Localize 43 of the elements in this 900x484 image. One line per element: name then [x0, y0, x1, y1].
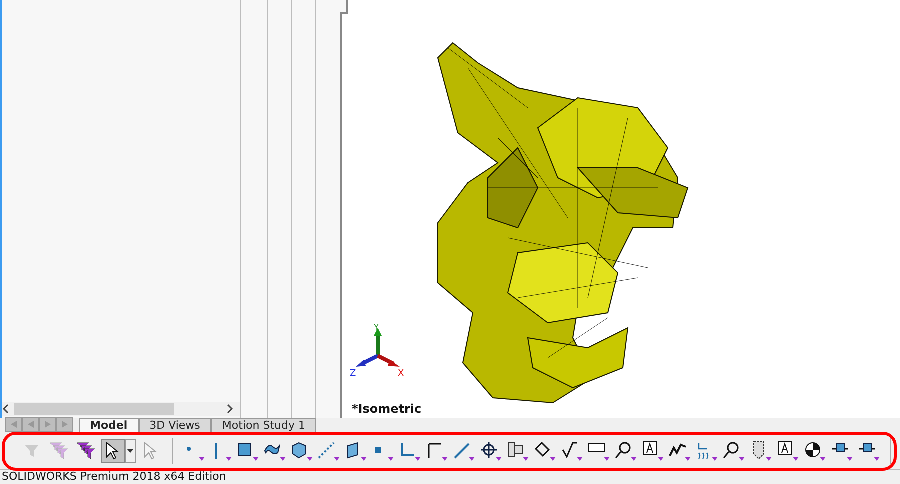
magnifier-filter-icon — [615, 440, 637, 460]
axis-triad-drawing: Y Z X — [350, 324, 406, 380]
corner-filter-icon — [399, 440, 421, 460]
cursor-icon — [106, 442, 120, 460]
cube-filter-icon — [291, 440, 313, 460]
dashed-filter-icon — [318, 440, 340, 460]
view-tab[interactable]: Motion Study 1 — [211, 418, 316, 432]
graphics-viewport[interactable]: Y Z X *Isometric — [340, 0, 900, 418]
pin-filter-icon — [858, 440, 880, 460]
letter-filter-icon — [777, 440, 799, 460]
scrollbar-thumb[interactable] — [14, 403, 174, 415]
funnel-icon — [24, 442, 40, 458]
toolbar-button[interactable] — [776, 438, 800, 462]
square-filter-icon — [237, 440, 259, 460]
plane-filter-icon — [345, 440, 367, 460]
diagonal-filter-icon — [453, 440, 475, 460]
view-tab[interactable]: Model — [79, 418, 139, 432]
view-tab[interactable]: 3D Views — [138, 418, 212, 432]
left-triangle-icon — [10, 421, 16, 428]
horizontal-scrollbar[interactable] — [2, 402, 240, 416]
toolbar-button[interactable] — [101, 438, 125, 462]
pin-filter-icon — [831, 440, 853, 460]
funnels-icon — [76, 442, 96, 460]
magnifier-filter-icon — [723, 440, 745, 460]
chevron-right-icon[interactable] — [226, 404, 234, 414]
status-text: SOLIDWORKS Premium 2018 x64 Edition — [1, 470, 228, 484]
caret-icon — [127, 448, 134, 452]
chevron-left-icon[interactable] — [2, 404, 10, 414]
segment-filter-icon — [426, 440, 448, 460]
view-orientation-label: *Isometric — [352, 402, 422, 416]
right-triangle-icon — [62, 421, 68, 428]
toolbar-button[interactable] — [641, 438, 665, 462]
left-triangle-icon — [28, 421, 34, 428]
viewport-border-notch — [340, 0, 348, 14]
waves-filter-icon — [696, 440, 718, 460]
dropdown-button[interactable] — [125, 438, 136, 462]
target-filter-icon — [480, 440, 502, 460]
cursor-icon — [144, 442, 158, 460]
funnels-icon — [49, 442, 69, 460]
right-triangle-icon — [44, 421, 50, 428]
frame-filter-icon — [588, 440, 610, 460]
letter-filter-icon — [642, 440, 664, 460]
block-filter-icon — [507, 440, 529, 460]
